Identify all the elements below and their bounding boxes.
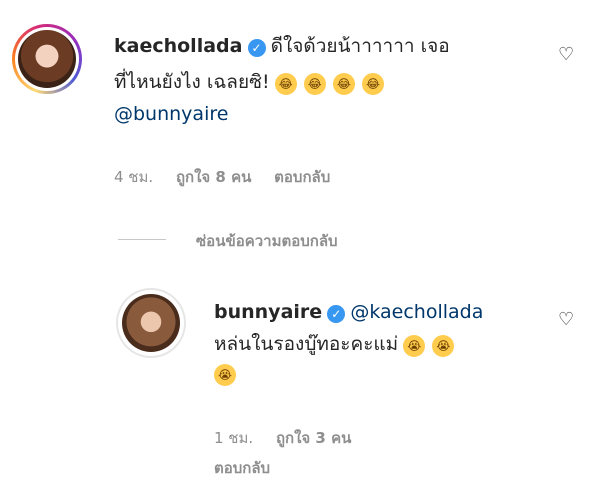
- joy-emoji-icon: 😂: [274, 72, 297, 95]
- username-bunnyaire[interactable]: bunnyaire: [214, 301, 322, 323]
- hide-replies-divider: [118, 239, 166, 240]
- comment-2-line-3: 😭: [214, 364, 238, 386]
- comment-2-line-2: หล่นในรองบู๊ทอะคะแม่ 😭 😭: [214, 328, 456, 360]
- comment-2-reply-button[interactable]: ตอบกลับ: [214, 456, 270, 480]
- like-heart-icon[interactable]: ♡: [558, 309, 574, 330]
- like-heart-icon[interactable]: ♡: [558, 44, 574, 65]
- comment-2-meta: 1 ชม. ถูกใจ 3 คน: [214, 426, 351, 450]
- comment-1-likes[interactable]: ถูกใจ 8 คน: [176, 168, 251, 186]
- crying-emoji-icon: 😭: [432, 334, 455, 357]
- comment-2-likes[interactable]: ถูกใจ 3 คน: [276, 429, 351, 447]
- username-kaechollada[interactable]: kaechollada: [114, 35, 242, 57]
- comment-1-text-line-1: ดีใจด้วยน้าาาาาา เจอ: [270, 35, 450, 57]
- joy-emoji-icon: 😂: [303, 72, 326, 95]
- hide-replies-button[interactable]: ซ่อนข้อความตอบกลับ: [196, 229, 338, 253]
- verified-badge-icon: ✓: [327, 305, 346, 323]
- mention-kaechollada[interactable]: @kaechollada: [350, 301, 483, 323]
- comment-1-meta: 4 ชม. ถูกใจ 8 คน ตอบกลับ: [114, 165, 330, 189]
- comment-1-reply-button[interactable]: ตอบกลับ: [274, 168, 330, 186]
- avatar-bunnyaire[interactable]: [116, 288, 186, 358]
- joy-emoji-icon: 😂: [361, 72, 384, 95]
- comment-2-time: 1 ชม.: [214, 429, 254, 447]
- crying-emoji-icon: 😭: [403, 334, 426, 357]
- comment-1-time: 4 ชม.: [114, 168, 154, 186]
- verified-badge-icon: ✓: [247, 39, 266, 57]
- comment-1-line-1: kaechollada ✓ ดีใจด้วยน้าาาาาา เจอ: [114, 30, 450, 62]
- crying-emoji-icon: 😭: [214, 364, 236, 386]
- comment-2-line-1: bunnyaire ✓ @kaechollada: [214, 296, 483, 328]
- comment-2-text: หล่นในรองบู๊ทอะคะแม่: [214, 333, 399, 355]
- avatar-kaechollada[interactable]: [12, 24, 82, 94]
- comment-1-line-2: ที่ไหนยังไง เฉลยซิ! 😂 😂 😂 😂: [114, 66, 386, 98]
- comment-1-text-line-2: ที่ไหนยังไง เฉลยซิ!: [114, 71, 270, 93]
- joy-emoji-icon: 😂: [332, 72, 355, 95]
- mention-bunnyaire[interactable]: @bunnyaire: [114, 98, 228, 130]
